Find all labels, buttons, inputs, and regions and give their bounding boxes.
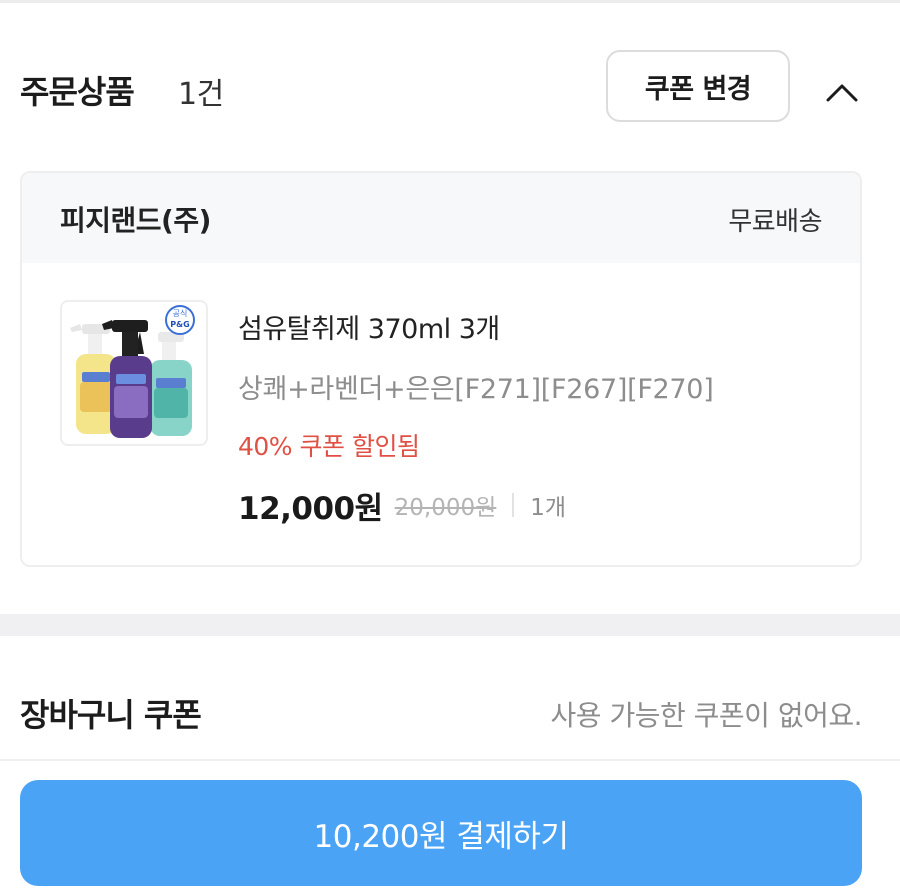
original-price: 20,000원 xyxy=(394,495,497,521)
quantity: 1개 xyxy=(530,495,567,521)
order-item-card: 피지랜드(주) 무료배송 공식 P&G 섬유탈취제 370ml 3개 상쾌+라벤… xyxy=(20,171,862,567)
coupon-change-button[interactable]: 쿠폰 변경 xyxy=(606,50,790,122)
thumb-brand: P&G xyxy=(170,320,189,329)
chevron-up-icon xyxy=(826,84,858,102)
order-count: 1건 xyxy=(178,77,224,112)
product-name[interactable]: 섬유탈취제 370ml 3개 xyxy=(238,307,500,346)
section-title: 주문상품 xyxy=(20,73,135,111)
pay-button[interactable]: 10,200원 결제하기 xyxy=(20,780,862,886)
discount-label: 40% 쿠폰 할인됨 xyxy=(238,432,420,461)
price-row: 12,000원 20,000원 1개 xyxy=(238,485,567,527)
seller-name: 피지랜드(주) xyxy=(60,204,211,237)
spray-bottles-image: 공식 P&G xyxy=(70,305,195,438)
section-separator xyxy=(0,614,900,636)
collapse-button[interactable] xyxy=(820,72,864,112)
product-thumbnail[interactable]: 공식 P&G xyxy=(60,300,208,446)
seller-row: 피지랜드(주) 무료배송 xyxy=(22,173,860,263)
price-divider xyxy=(512,493,515,517)
cart-coupon-title: 장바구니 쿠폰 xyxy=(20,696,202,734)
product-option: 상쾌+라벤더+은은[F271][F267][F270] xyxy=(238,374,714,405)
top-divider xyxy=(0,0,900,3)
order-section-header: 주문상품 1건 쿠폰 변경 xyxy=(0,40,900,140)
thumb-badge: 공식 xyxy=(173,309,188,318)
cart-coupon-status: 사용 가능한 쿠폰이 없어요. xyxy=(550,699,863,732)
bottom-divider xyxy=(0,759,900,761)
final-price: 12,000원 xyxy=(238,490,383,527)
shipping-info: 무료배송 xyxy=(728,207,822,237)
